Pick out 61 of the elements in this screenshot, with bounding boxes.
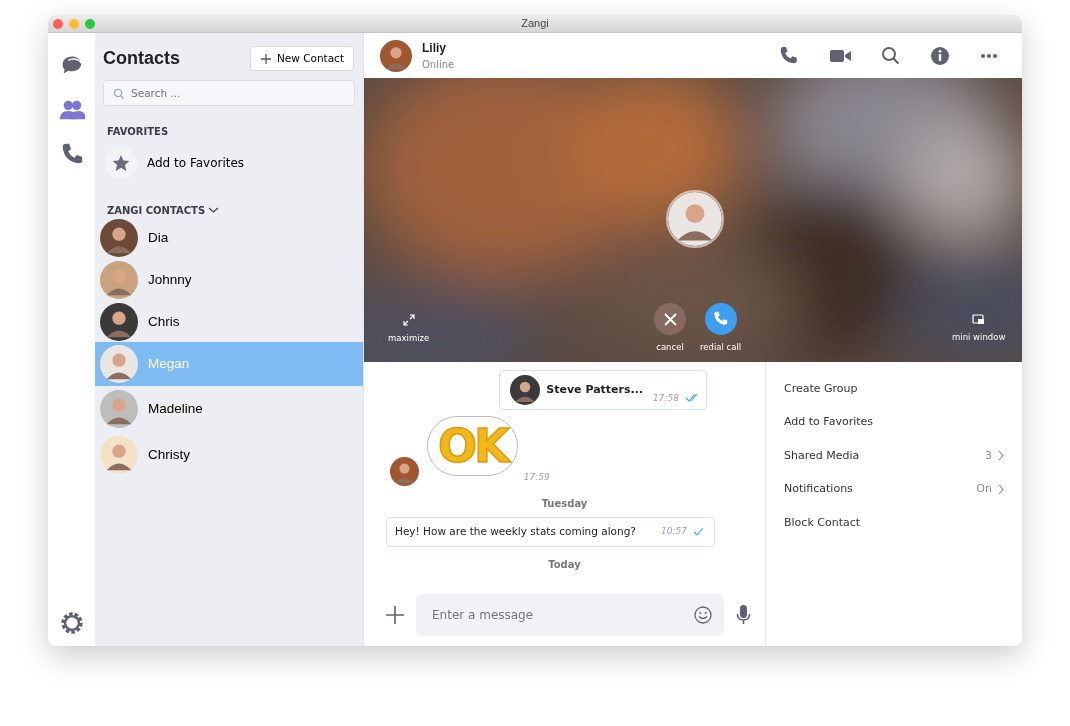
message-field[interactable]: Enter a message <box>416 594 724 636</box>
date-divider: Tuesday <box>540 497 589 511</box>
phone-icon <box>712 311 729 327</box>
message-time: 10:57 <box>661 525 687 539</box>
search-icon <box>881 46 900 65</box>
chevron-right-icon <box>998 483 1004 495</box>
date-divider: Today <box>547 557 582 572</box>
phone-icon <box>779 45 799 66</box>
new-contact-button[interactable]: New Contact <box>249 45 354 72</box>
avatar <box>100 261 138 299</box>
chevron-down-icon[interactable] <box>208 207 220 214</box>
mini-button[interactable]: mini window <box>952 314 1006 344</box>
chevron-right-icon <box>998 450 1004 462</box>
mini-window-icon <box>972 314 986 325</box>
message-time: 17:59 <box>523 470 550 484</box>
contact-item[interactable]: Madeline <box>95 386 363 432</box>
contact-item[interactable]: Johnny <box>95 258 363 302</box>
avatar <box>100 219 138 257</box>
message-text: Hey! How are the weekly stats coming along? <box>395 524 636 539</box>
avatar <box>100 303 138 341</box>
window-title: Zangi <box>521 16 549 32</box>
plus-icon <box>259 53 271 64</box>
presence-status: Online <box>422 58 455 72</box>
menu-item[interactable]: Shared Media 3 <box>784 439 1004 473</box>
avatar <box>666 190 724 248</box>
panel-title: Contacts <box>103 47 180 70</box>
contact-name: Steve Patters... <box>546 381 644 398</box>
menu-value: 3 <box>985 447 992 464</box>
avatar <box>100 345 138 383</box>
section-heading: ZANGI CONTACTS <box>107 204 206 218</box>
search-field[interactable]: Search ... <box>103 80 355 106</box>
menu-value: On <box>976 481 992 497</box>
sticker: OK <box>427 416 518 476</box>
contact-item[interactable]: Christy <box>95 432 363 478</box>
contact-item[interactable]: Dia <box>95 218 363 258</box>
avatar <box>390 457 419 486</box>
microphone-icon <box>736 605 751 625</box>
avatar <box>100 390 138 428</box>
maximize-button[interactable]: maximize <box>388 314 430 345</box>
expand-icon <box>402 314 415 326</box>
add-to-favorites-item[interactable]: Add to Favorites <box>95 143 363 183</box>
info-icon <box>930 45 950 66</box>
message-time: 17:58 <box>653 391 679 405</box>
menu-item[interactable]: Create Group <box>784 372 1004 406</box>
section-heading: FAVORITES <box>106 125 170 139</box>
plus-icon <box>386 606 404 625</box>
avatar <box>380 39 412 72</box>
microphone-button[interactable] <box>736 605 751 625</box>
emoji-icon[interactable] <box>694 606 712 624</box>
menu-item[interactable]: Add to Favorites <box>784 405 1004 439</box>
menu-item[interactable]: Notifications On <box>784 472 1004 506</box>
contact-item[interactable]: Chris <box>95 302 363 342</box>
redial-button[interactable]: redial call <box>700 303 742 354</box>
item-label: Add to Favorites <box>147 155 245 172</box>
avatar <box>510 375 541 405</box>
close-icon <box>663 312 677 326</box>
more-icon <box>980 52 998 59</box>
avatar <box>100 436 138 474</box>
attach-button[interactable] <box>386 605 404 625</box>
menu-item[interactable]: Block Contact <box>784 506 1004 540</box>
contact-name: Liliy <box>422 40 447 57</box>
